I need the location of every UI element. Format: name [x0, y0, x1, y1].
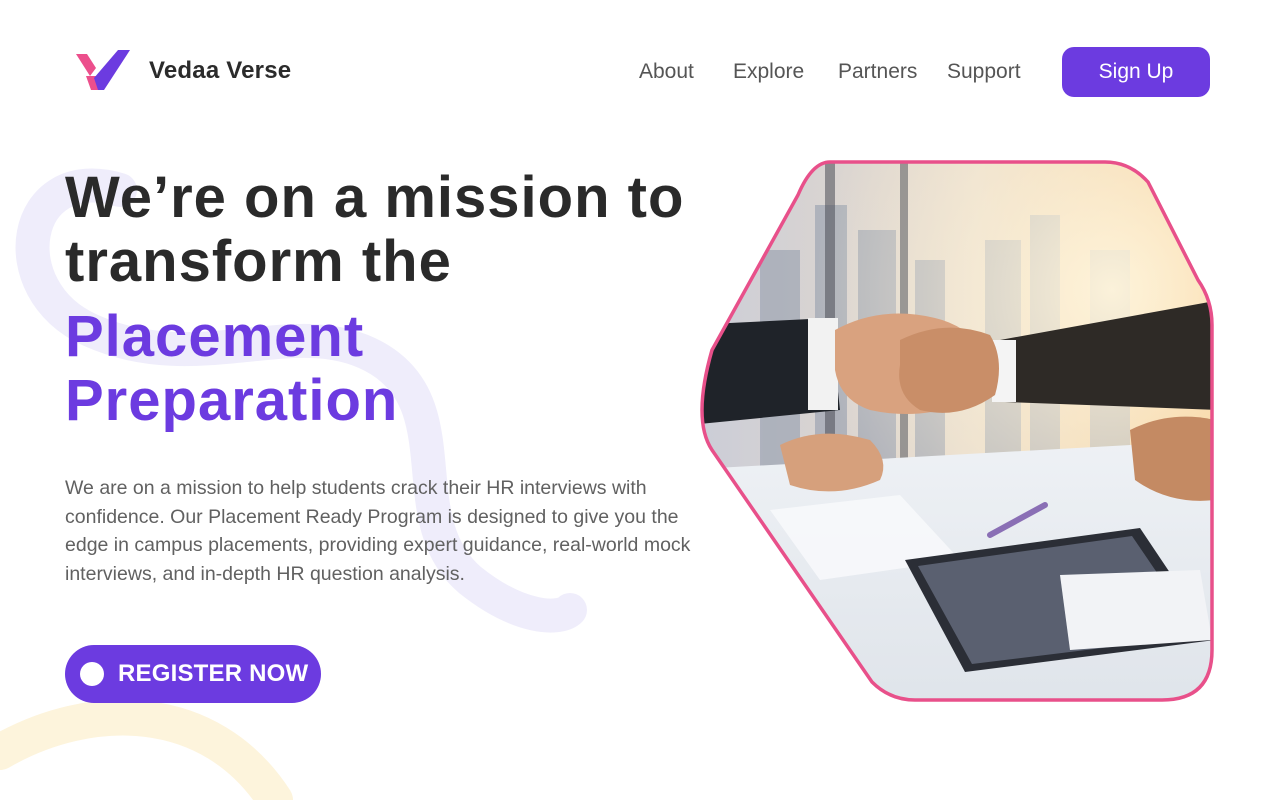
- hero-image: [700, 160, 1214, 702]
